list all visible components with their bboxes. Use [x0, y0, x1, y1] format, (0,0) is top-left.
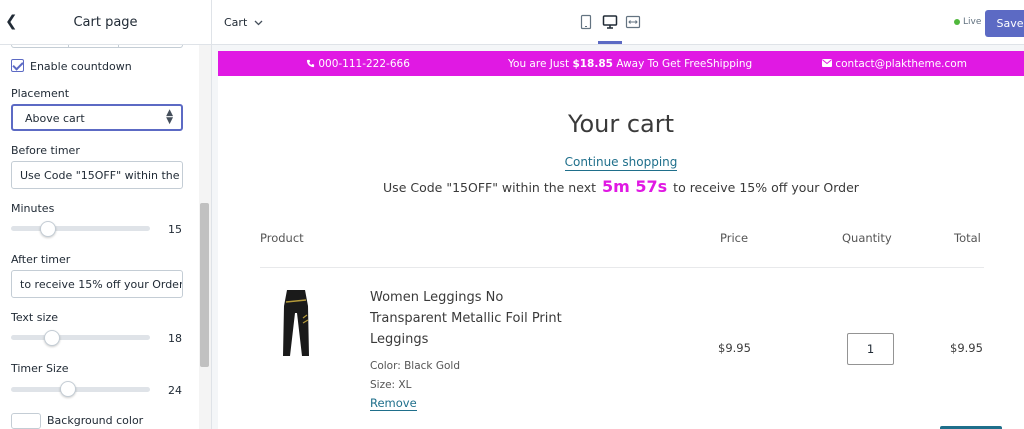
product-total: $9.95: [950, 341, 983, 355]
promo-shipping: You are Just $18.85 Away To Get FreeShip…: [508, 58, 752, 70]
promo-shipping-prefix: You are Just: [508, 58, 570, 70]
countdown-before-text: Use Code "15OFF" within the next: [383, 180, 596, 195]
after-timer-label: After timer: [11, 253, 71, 266]
theme-editor-sidebar: ❮ Cart page Enable countdown Placement A…: [0, 0, 212, 429]
background-color-swatch[interactable]: [11, 413, 41, 429]
timer-size-value: 24: [168, 384, 182, 397]
before-timer-input[interactable]: Use Code "15OFF" within the ne: [11, 161, 183, 189]
editor-topbar: Cart Live Save: [212, 0, 1024, 45]
placement-select-value: Above cart: [25, 112, 85, 125]
sidebar-scrollbar-thumb[interactable]: [200, 203, 209, 367]
product-image-leggings[interactable]: [273, 288, 318, 358]
chevron-down-icon: [254, 20, 263, 26]
countdown-banner: Use Code "15OFF" within the next 5m 57s to…: [218, 177, 1024, 196]
text-size-label: Text size: [11, 311, 59, 324]
text-size-slider-track[interactable]: [11, 335, 150, 340]
product-name[interactable]: Women Leggings No Transparent Metallic F…: [370, 287, 570, 350]
timer-size-slider-handle[interactable]: [60, 381, 76, 397]
sidebar-title: Cart page: [73, 15, 138, 30]
fullscreen-view-icon[interactable]: [625, 14, 641, 30]
after-timer-input-value: to receive 15% off your Order: [20, 278, 183, 291]
desktop-view-icon[interactable]: [602, 14, 618, 30]
minutes-value: 15: [168, 223, 182, 236]
remove-link[interactable]: Remove: [370, 396, 417, 411]
live-status-label: Live: [963, 17, 982, 27]
live-status-dot-icon: [954, 19, 960, 25]
column-header-product: Product: [260, 231, 304, 245]
save-button[interactable]: Save: [985, 10, 1024, 37]
promo-phone-text: 000-111-222-666: [318, 58, 410, 70]
promo-email-text: contact@plaktheme.com: [835, 58, 967, 70]
storefront-preview: 000-111-222-666 You are Just $18.85 Away…: [212, 45, 1024, 429]
active-device-indicator: [598, 41, 622, 44]
cart-title: Your cart: [567, 110, 675, 138]
select-arrows-icon: ▲ ▼: [166, 108, 173, 126]
after-timer-input[interactable]: to receive 15% off your Order: [11, 270, 183, 298]
sidebar-scrollbar[interactable]: [199, 45, 211, 429]
page-select[interactable]: Cart: [224, 16, 263, 29]
minutes-label: Minutes: [11, 202, 55, 215]
before-timer-label: Before timer: [11, 144, 80, 157]
enable-countdown-label: Enable countdown: [30, 60, 132, 73]
table-divider: [260, 267, 984, 268]
minutes-slider-track[interactable]: [11, 226, 150, 231]
product-color: Color: Black Gold: [370, 360, 460, 372]
sidebar-header: ❮ Cart page: [0, 0, 211, 45]
column-header-price: Price: [720, 231, 749, 245]
product-price: $9.95: [718, 341, 751, 355]
quantity-input[interactable]: 1: [847, 333, 894, 365]
enable-countdown-checkbox[interactable]: [11, 59, 24, 72]
promo-email[interactable]: contact@plaktheme.com: [822, 58, 967, 70]
promo-bar: 000-111-222-666 You are Just $18.85 Away…: [218, 51, 1024, 76]
page-select-value: Cart: [224, 16, 248, 29]
product-size: Size: XL: [370, 379, 412, 391]
partial-control-stub: [11, 45, 183, 48]
column-header-total: Total: [954, 231, 981, 245]
mobile-view-icon[interactable]: [578, 14, 594, 30]
phone-icon: [306, 59, 315, 68]
continue-shopping-link[interactable]: Continue shopping: [218, 155, 1024, 171]
timer-size-label: Timer Size: [11, 362, 69, 375]
promo-phone: 000-111-222-666: [306, 58, 410, 70]
preview-frame: 000-111-222-666 You are Just $18.85 Away…: [218, 51, 1024, 429]
placement-select[interactable]: Above cart ▲ ▼: [11, 104, 183, 131]
text-size-slider-handle[interactable]: [44, 330, 60, 346]
promo-shipping-suffix: Away To Get FreeShipping: [616, 58, 753, 70]
background-color-label: Background color: [47, 414, 144, 427]
timer-size-slider-track[interactable]: [11, 387, 150, 392]
placement-label: Placement: [11, 87, 70, 100]
continue-shopping-label: Continue shopping: [564, 155, 678, 171]
promo-shipping-amount: $18.85: [572, 58, 613, 70]
minutes-slider-handle[interactable]: [40, 221, 56, 237]
countdown-timer: 5m 57s: [602, 177, 668, 196]
envelope-icon: [822, 59, 832, 67]
text-size-value: 18: [168, 332, 182, 345]
column-header-quantity: Quantity: [842, 231, 892, 245]
before-timer-input-value: Use Code "15OFF" within the ne: [20, 169, 183, 182]
countdown-after-text: to receive 15% off your Order: [673, 180, 859, 195]
